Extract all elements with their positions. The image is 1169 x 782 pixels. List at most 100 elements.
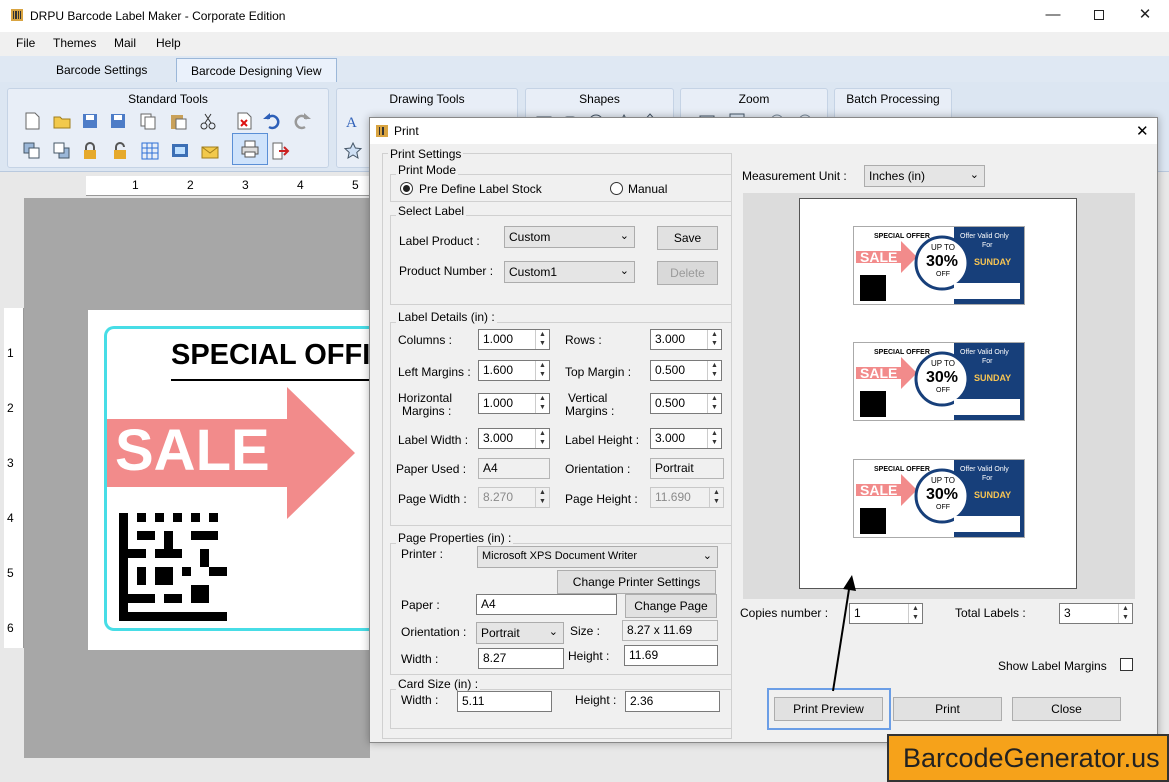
- copy-icon[interactable]: [138, 111, 158, 131]
- spinner-arrows-icon: ▲ ▼: [535, 488, 549, 507]
- delete-icon[interactable]: [234, 111, 254, 131]
- close-window-button[interactable]: ✕: [1122, 0, 1168, 30]
- image-library-icon[interactable]: [170, 141, 190, 161]
- label-details-legend: Label Details (in) :: [396, 310, 497, 324]
- printer-icon: [241, 140, 259, 158]
- spinner-arrows-icon[interactable]: ▲ ▼: [707, 361, 721, 380]
- ruler-tick: 3: [7, 456, 14, 470]
- total-labels-input[interactable]: 3 ▲ ▼: [1059, 603, 1133, 624]
- text-tool-icon[interactable]: A: [343, 111, 363, 131]
- copies-label: Copies number :: [740, 606, 829, 620]
- change-printer-settings-button[interactable]: Change Printer Settings: [557, 570, 716, 594]
- special-offer-text: SPECIAL OFFER: [874, 233, 930, 240]
- open-icon[interactable]: [52, 111, 72, 131]
- printer-select[interactable]: Microsoft XPS Document Writer ⌄: [477, 546, 718, 568]
- rows-input[interactable]: 3.000 ▲ ▼: [650, 329, 722, 350]
- change-page-button[interactable]: Change Page: [625, 594, 717, 618]
- manual-label: Manual: [628, 182, 668, 196]
- email-icon[interactable]: [200, 141, 220, 161]
- page-height-field[interactable]: 11.69: [624, 645, 718, 666]
- group-title: Zoom: [738, 92, 770, 106]
- measurement-unit-select[interactable]: Inches (in) ⌄: [864, 165, 985, 187]
- ruler-tick: 3: [242, 178, 249, 192]
- delete-button[interactable]: Delete: [657, 261, 718, 285]
- spinner-arrows-icon[interactable]: ▲ ▼: [707, 394, 721, 413]
- page-orientation-select[interactable]: Portrait ⌄: [476, 622, 564, 644]
- upto-text: UP TO: [931, 476, 956, 485]
- maximize-button[interactable]: [1076, 0, 1122, 30]
- paper-input[interactable]: A4: [476, 594, 617, 615]
- bring-forward-icon[interactable]: [22, 141, 42, 161]
- dialog-close-icon[interactable]: ✕: [1136, 122, 1149, 140]
- unlock-icon[interactable]: [110, 141, 130, 161]
- spinner-arrows-icon[interactable]: ▲ ▼: [535, 330, 549, 349]
- spinner-arrows-icon[interactable]: ▲ ▼: [535, 394, 549, 413]
- print-button[interactable]: Print: [893, 697, 1002, 721]
- paste-icon[interactable]: [168, 111, 188, 131]
- horizontal-margins-input[interactable]: 1.000 ▲ ▼: [478, 393, 550, 414]
- redo-icon[interactable]: [292, 111, 312, 131]
- tab-barcode-settings[interactable]: Barcode Settings: [42, 58, 161, 82]
- close-button[interactable]: Close: [1012, 697, 1121, 721]
- save-as-icon[interactable]: [108, 111, 128, 131]
- page-height-input: 11.690 ▲ ▼: [650, 487, 724, 508]
- menu-themes[interactable]: Themes: [53, 36, 96, 50]
- show-label-margins-checkbox[interactable]: [1120, 658, 1133, 671]
- cut-icon[interactable]: [198, 111, 218, 131]
- columns-input[interactable]: 1.000 ▲ ▼: [478, 329, 550, 350]
- label-content[interactable]: SPECIAL OFFI SALE: [104, 326, 374, 631]
- menu-help[interactable]: Help: [156, 36, 181, 50]
- group-title: Batch Processing: [846, 92, 940, 106]
- manual-radio[interactable]: [610, 182, 623, 195]
- off-text: OFF: [936, 387, 950, 394]
- star-tool-icon[interactable]: [343, 141, 363, 161]
- minimize-button[interactable]: —: [1030, 0, 1076, 30]
- product-number-select[interactable]: Custom1 ⌄: [504, 261, 635, 283]
- exit-icon[interactable]: [270, 141, 290, 161]
- spinner-arrows-icon[interactable]: ▲ ▼: [1118, 604, 1132, 623]
- page-height-label: Height :: [568, 649, 610, 663]
- paper-label: Paper :: [401, 598, 440, 612]
- label-width-input[interactable]: 3.000 ▲ ▼: [478, 428, 550, 449]
- save-icon[interactable]: [80, 111, 100, 131]
- menu-mail[interactable]: Mail: [114, 36, 136, 50]
- undo-icon[interactable]: [262, 111, 282, 131]
- group-title: Shapes: [579, 92, 620, 106]
- top-margin-input[interactable]: 0.500 ▲ ▼: [650, 360, 722, 381]
- select-label-legend: Select Label: [396, 204, 467, 218]
- upto-text: UP TO: [931, 359, 956, 368]
- vertical-margins-label: Vertical: [568, 391, 608, 405]
- send-backward-icon[interactable]: [52, 141, 72, 161]
- percent-text: 30%: [926, 253, 959, 270]
- save-button[interactable]: Save: [657, 226, 718, 250]
- lock-icon[interactable]: [80, 141, 100, 161]
- spinner-arrows-icon[interactable]: ▲ ▼: [535, 361, 549, 380]
- print-button[interactable]: [232, 133, 268, 165]
- new-icon[interactable]: [22, 111, 42, 131]
- upto-text: UP TO: [931, 243, 956, 252]
- page-width-field[interactable]: 8.27: [478, 648, 564, 669]
- menu-file[interactable]: File: [16, 36, 35, 50]
- print-preview-button[interactable]: Print Preview: [774, 697, 883, 721]
- predefine-radio[interactable]: [400, 182, 413, 195]
- paper-used-label: Paper Used :: [396, 462, 467, 476]
- card-height-input[interactable]: 2.36: [625, 691, 720, 712]
- spinner-arrows-icon[interactable]: ▲ ▼: [707, 429, 721, 448]
- vertical-margins-input[interactable]: 0.500 ▲ ▼: [650, 393, 722, 414]
- tab-barcode-designing-view[interactable]: Barcode Designing View: [176, 58, 337, 82]
- special-offer-text: SPECIAL OFFER: [874, 466, 930, 473]
- valid-text: Offer Valid Only: [960, 466, 1009, 473]
- valid-for-text: For: [982, 475, 993, 482]
- label-height-input[interactable]: 3.000 ▲ ▼: [650, 428, 722, 449]
- valid-text: Offer Valid Only: [960, 349, 1009, 356]
- spinner-arrows-icon[interactable]: ▲ ▼: [707, 330, 721, 349]
- vertical-margins-label-2: Margins :: [565, 404, 615, 418]
- label-product-select[interactable]: Custom ⌄: [504, 226, 635, 248]
- spinner-arrows-icon[interactable]: ▲ ▼: [908, 604, 922, 623]
- copies-input[interactable]: 1 ▲ ▼: [849, 603, 923, 624]
- spinner-arrows-icon[interactable]: ▲ ▼: [535, 429, 549, 448]
- rows-label: Rows :: [565, 333, 602, 347]
- card-width-input[interactable]: 5.11: [457, 691, 552, 712]
- grid-icon[interactable]: [140, 141, 160, 161]
- left-margins-input[interactable]: 1.600 ▲ ▼: [478, 360, 550, 381]
